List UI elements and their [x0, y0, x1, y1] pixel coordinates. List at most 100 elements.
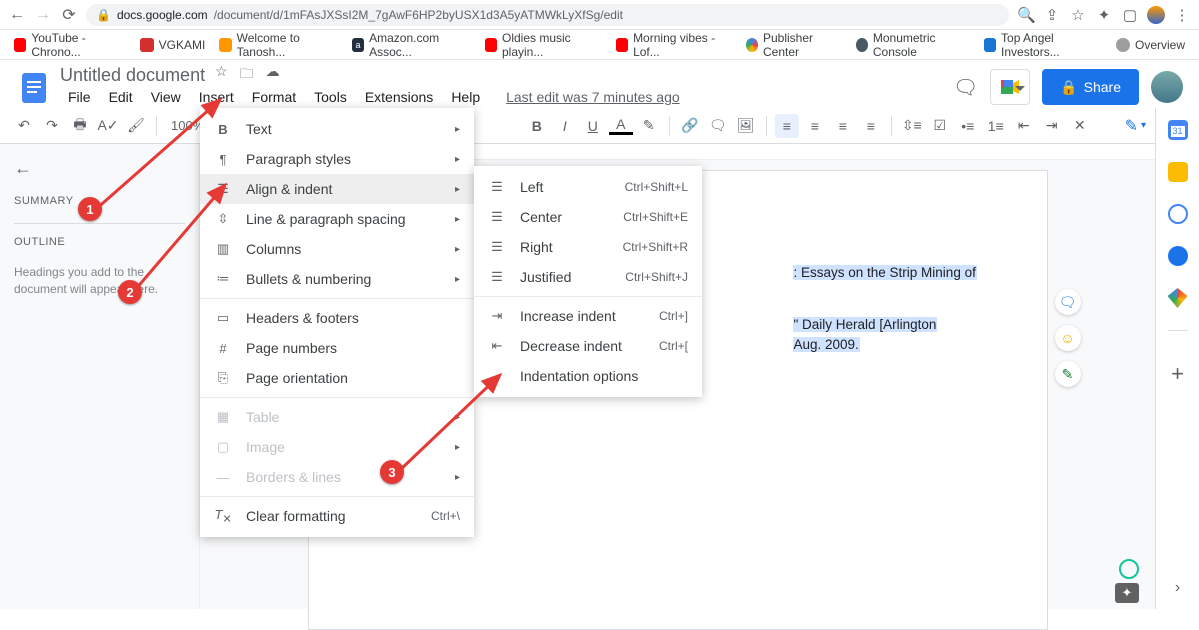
bullet-list-icon[interactable]: •≡: [956, 114, 980, 138]
menu-format[interactable]: Format: [244, 87, 304, 107]
address-bar[interactable]: 🔒 docs.google.com/document/d/1mFAsJXSsI2…: [86, 4, 1009, 26]
panel-icon[interactable]: ▢: [1121, 6, 1139, 24]
menu-help[interactable]: Help: [443, 87, 488, 107]
profile-icon[interactable]: [1147, 6, 1165, 24]
checklist-icon[interactable]: ☑: [928, 114, 952, 138]
forward-icon[interactable]: →: [34, 6, 52, 24]
menu-extensions[interactable]: Extensions: [357, 87, 441, 107]
docs-header: Untitled document ☆ 🗀 ☁ File Edit View I…: [0, 60, 1199, 108]
bookmark-item[interactable]: aAmazon.com Assoc...: [352, 31, 471, 59]
explore-icon[interactable]: ✦: [1115, 583, 1139, 603]
redo-icon[interactable]: ↷: [40, 114, 64, 138]
bookmark-item[interactable]: Welcome to Tanosh...: [219, 31, 337, 59]
add-comment-icon[interactable]: 🗨: [1055, 289, 1081, 315]
format-bullets-numbering[interactable]: ≔Bullets & numbering▸: [200, 264, 474, 294]
account-avatar[interactable]: [1151, 71, 1183, 103]
underline-icon[interactable]: U: [581, 114, 605, 138]
paint-format-icon[interactable]: 🖌: [124, 114, 148, 138]
indentation-options[interactable]: Indentation options: [474, 361, 702, 391]
menu-view[interactable]: View: [143, 87, 189, 107]
add-on-icon[interactable]: +: [1168, 364, 1188, 384]
increase-indent[interactable]: ⇥Increase indentCtrl+]: [474, 301, 702, 331]
calendar-icon[interactable]: 31: [1168, 120, 1188, 140]
bookmark-item[interactable]: Monumetric Console: [856, 31, 970, 59]
docs-logo-icon[interactable]: [16, 69, 52, 105]
reload-icon[interactable]: ⟳: [60, 5, 78, 25]
italic-icon[interactable]: I: [553, 114, 577, 138]
bookmark-item[interactable]: VGKAMI: [140, 38, 206, 52]
number-list-icon[interactable]: 1≡: [984, 114, 1008, 138]
tasks-icon[interactable]: [1168, 204, 1188, 224]
format-clear-formatting[interactable]: T✕Clear formattingCtrl+\: [200, 501, 474, 531]
menu-file[interactable]: File: [60, 87, 99, 107]
comments-history-icon[interactable]: 🗨: [953, 75, 978, 100]
menu-icon[interactable]: ⋮: [1173, 6, 1191, 24]
format-line-spacing[interactable]: ⇳Line & paragraph spacing▸: [200, 204, 474, 234]
share-page-icon[interactable]: ⇪: [1043, 6, 1061, 24]
doc-title[interactable]: Untitled document: [60, 65, 205, 86]
bookmark-item[interactable]: Oldies music playin...: [485, 31, 602, 59]
outline-empty-text: Headings you add to the document will ap…: [14, 264, 185, 298]
format-headers-footers[interactable]: ▭Headers & footers: [200, 303, 474, 333]
emoji-react-icon[interactable]: ☺: [1055, 325, 1081, 351]
align-justify-icon[interactable]: ≡: [859, 114, 883, 138]
align-right-icon[interactable]: ≡: [831, 114, 855, 138]
spellcheck-icon[interactable]: A✓: [96, 114, 120, 138]
align-center[interactable]: ☰CenterCtrl+Shift+E: [474, 202, 702, 232]
format-page-orientation[interactable]: ⎘Page orientation: [200, 363, 474, 393]
share-button[interactable]: 🔒Share: [1042, 69, 1139, 105]
add-comment-icon[interactable]: 🗨: [706, 114, 730, 138]
menu-insert[interactable]: Insert: [191, 87, 242, 107]
suggest-edit-icon[interactable]: ✎: [1055, 361, 1081, 387]
toolbar: ↶ ↷ 🖶 A✓ 🖌 100% ▾ B I U A ✎ 🔗 🗨 🖼 ≡ ≡ ≡ …: [0, 108, 1199, 144]
back-icon[interactable]: ←: [8, 6, 26, 24]
grammarly-icon[interactable]: [1119, 559, 1139, 579]
ruler[interactable]: [400, 144, 1155, 160]
maps-icon[interactable]: [1168, 288, 1188, 308]
insert-image-icon[interactable]: 🖼: [734, 114, 758, 138]
format-text[interactable]: BText▸: [200, 114, 474, 144]
zoom-icon[interactable]: 🔍: [1017, 6, 1035, 24]
bookmark-item[interactable]: YouTube - Chrono...: [14, 31, 126, 59]
format-columns[interactable]: ▥Columns▸: [200, 234, 474, 264]
align-left[interactable]: ☰LeftCtrl+Shift+L: [474, 172, 702, 202]
bookmark-item[interactable]: Morning vibes - Lof...: [616, 31, 732, 59]
clear-format-icon[interactable]: ✕: [1068, 114, 1092, 138]
line-spacing-icon[interactable]: ⇳≡: [900, 114, 924, 138]
extensions-icon[interactable]: ✦: [1095, 6, 1113, 24]
undo-icon[interactable]: ↶: [12, 114, 36, 138]
close-outline-icon[interactable]: ←: [14, 158, 185, 179]
keep-icon[interactable]: [1168, 162, 1188, 182]
menu-edit[interactable]: Edit: [101, 87, 141, 107]
format-page-numbers[interactable]: #Page numbers: [200, 333, 474, 363]
highlight-icon[interactable]: ✎: [637, 114, 661, 138]
last-edit-text[interactable]: Last edit was 7 minutes ago: [498, 87, 688, 107]
text-color-icon[interactable]: A: [609, 117, 633, 135]
indent-decrease-icon[interactable]: ⇤: [1012, 114, 1036, 138]
move-doc-icon[interactable]: 🗀: [240, 63, 254, 87]
align-center-icon[interactable]: ≡: [803, 114, 827, 138]
star-doc-icon[interactable]: ☆: [215, 63, 228, 87]
bookmark-item[interactable]: Overview: [1116, 38, 1185, 52]
browser-toolbar: ← → ⟳ 🔒 docs.google.com/document/d/1mFAs…: [0, 0, 1199, 30]
format-align-indent[interactable]: ☰Align & indent▸: [200, 174, 474, 204]
insert-link-icon[interactable]: 🔗: [678, 114, 702, 138]
decrease-indent[interactable]: ⇤Decrease indentCtrl+[: [474, 331, 702, 361]
annotation-2: 2: [118, 280, 142, 304]
bookmark-item[interactable]: Top Angel Investors...: [984, 31, 1102, 59]
menu-tools[interactable]: Tools: [306, 87, 355, 107]
bold-icon[interactable]: B: [525, 114, 549, 138]
editing-mode-select[interactable]: ✎▾: [1120, 113, 1151, 139]
align-left-icon[interactable]: ≡: [775, 114, 799, 138]
contacts-icon[interactable]: [1168, 246, 1188, 266]
print-icon[interactable]: 🖶: [68, 114, 92, 138]
star-icon[interactable]: ☆: [1069, 6, 1087, 24]
align-right[interactable]: ☰RightCtrl+Shift+R: [474, 232, 702, 262]
meet-button[interactable]: [990, 69, 1030, 105]
indent-increase-icon[interactable]: ⇥: [1040, 114, 1064, 138]
annotation-1: 1: [78, 197, 102, 221]
hide-rail-icon[interactable]: ›: [1175, 579, 1180, 597]
format-paragraph-styles[interactable]: ¶Paragraph styles▸: [200, 144, 474, 174]
bookmark-item[interactable]: Publisher Center: [746, 31, 842, 59]
align-justified[interactable]: ☰JustifiedCtrl+Shift+J: [474, 262, 702, 292]
